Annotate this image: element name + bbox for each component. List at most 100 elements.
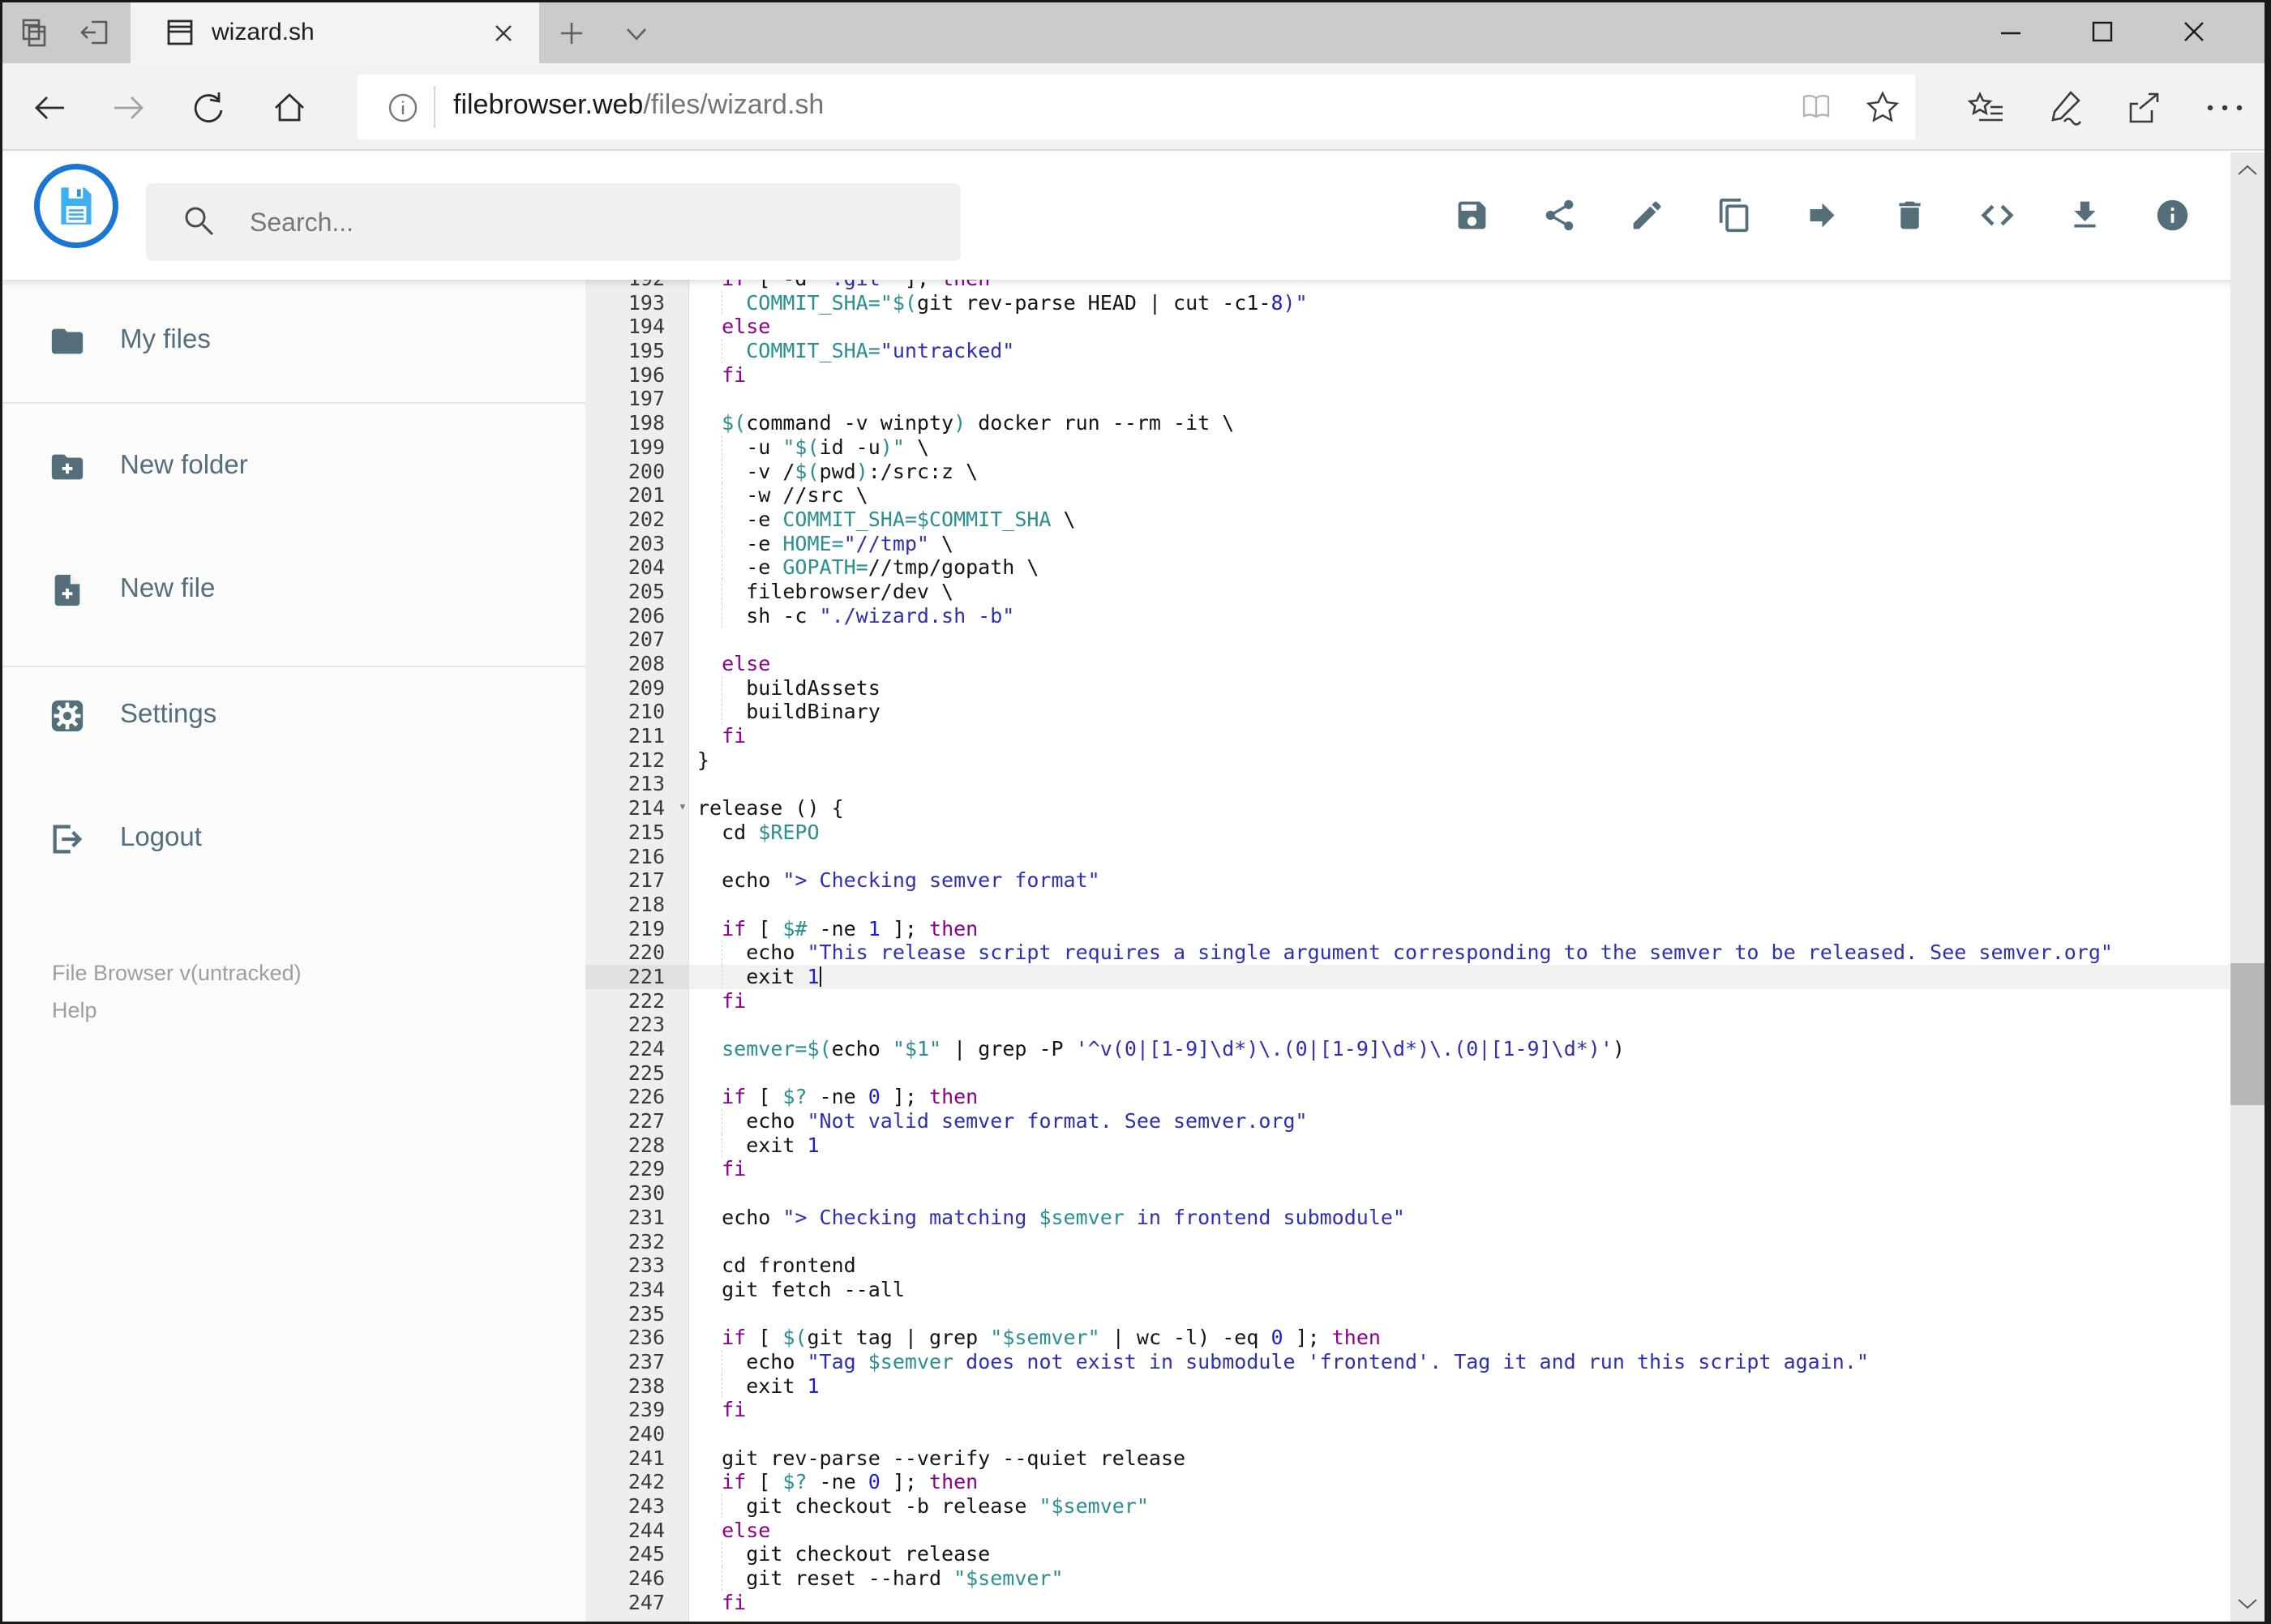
code-line[interactable]: 233 cd frontend [585,1253,2230,1278]
info-icon[interactable] [2154,197,2191,234]
code-line[interactable]: 245 git checkout release [585,1542,2230,1567]
tabs-aside-icon[interactable] [79,16,112,49]
code-line[interactable]: 198 $(command -v winpty) docker run --rm… [585,411,2230,435]
minimize-button[interactable] [1978,13,2043,50]
scrollbar-thumb[interactable] [2230,963,2265,1105]
home-icon[interactable] [271,89,308,131]
sidebar-item-my-files[interactable]: My files [0,303,585,378]
code-line[interactable]: 223 [585,1013,2230,1037]
code-line[interactable]: 230 [585,1181,2230,1206]
code-line[interactable]: 231 echo "> Checking matching $semver in… [585,1206,2230,1230]
code-line[interactable]: 242 if [ $? -ne 0 ]; then [585,1470,2230,1494]
code-line[interactable]: 206 sh -c "./wizard.sh -b" [585,603,2230,628]
code-line[interactable]: 220 echo "This release script requires a… [585,941,2230,965]
code-line[interactable]: 225 [585,1061,2230,1086]
new-tab-icon[interactable] [558,19,585,47]
sidebar-item-new-folder[interactable]: New folder [0,429,585,503]
code-line[interactable]: 232 [585,1230,2230,1254]
maximize-button[interactable] [2070,13,2135,50]
close-window-button[interactable] [2162,13,2226,50]
code-line[interactable]: 193 COMMIT_SHA="$(git rev-parse HEAD | c… [585,290,2230,315]
code-line[interactable]: 203 -e HOME="//tmp" \ [585,531,2230,556]
code-line[interactable]: 243 git checkout -b release "$semver" [585,1494,2230,1519]
code-line[interactable]: 213 [585,772,2230,796]
url-text[interactable]: filebrowser.web/files/wizard.sh [453,89,824,121]
code-line[interactable]: 221 exit 1 [585,964,2230,989]
vertical-scrollbar[interactable] [2230,152,2265,1622]
code-line[interactable]: 214 ▾ release () { [585,796,2230,821]
code-line[interactable]: 227 echo "Not valid semver format. See s… [585,1109,2230,1133]
code-line[interactable]: 196 fi [585,363,2230,388]
sidebar-item-settings[interactable]: Settings [0,678,585,752]
code-line[interactable]: 246 git reset --hard "$semver" [585,1566,2230,1591]
sidebar-item-logout[interactable]: Logout [0,801,585,876]
move-icon[interactable] [1804,197,1840,234]
code-line[interactable]: 195 COMMIT_SHA="untracked" [585,339,2230,363]
code-line[interactable]: 197 [585,387,2230,411]
forward-icon[interactable] [110,89,148,131]
save-icon[interactable] [1454,197,1490,234]
code-line[interactable]: 244 else [585,1519,2230,1543]
code-line[interactable]: 209 buildAssets [585,675,2230,701]
reading-view-icon[interactable] [1798,89,1834,129]
code-editor[interactable]: 192 if [ -d ".git" ]; then193 COMMIT_SHA… [585,280,2230,1624]
code-line[interactable]: 216 [585,845,2230,869]
scroll-down-icon[interactable] [2230,1586,2265,1622]
refresh-icon[interactable] [190,89,227,131]
code-line[interactable]: 229 fi [585,1157,2230,1181]
download-icon[interactable] [2067,197,2103,234]
code-line[interactable]: 210 buildBinary [585,700,2230,725]
fold-arrow-icon[interactable]: ▾ [679,795,687,820]
search-input[interactable]: Search... [146,183,961,261]
more-options-icon[interactable] [2202,89,2247,131]
code-line[interactable]: 192 if [ -d ".git" ]; then [585,280,2230,291]
code-line[interactable]: 237 echo "Tag $semver does not exist in … [585,1349,2230,1374]
code-line[interactable]: 234 git fetch --all [585,1278,2230,1302]
code-line[interactable]: 201 -w //src \ [585,483,2230,508]
code-line[interactable]: 247 fi [585,1591,2230,1615]
back-icon[interactable] [31,89,68,131]
code-line[interactable]: 208 else [585,652,2230,676]
code-line[interactable]: 194 else [585,315,2230,339]
tab-preview-icon[interactable] [18,16,50,49]
edit-icon[interactable] [1629,197,1665,234]
code-line[interactable]: 241 git rev-parse --verify --quiet relea… [585,1446,2230,1471]
code-line[interactable]: 222 fi [585,989,2230,1013]
code-line[interactable]: 235 [585,1302,2230,1326]
code-line[interactable]: 228 exit 1 [585,1133,2230,1158]
code-line[interactable]: 204 -e GOPATH=//tmp/gopath \ [585,555,2230,580]
code-line[interactable]: 207 [585,628,2230,652]
hub-favorites-icon[interactable] [1967,89,2005,131]
share-icon[interactable] [1541,197,1578,234]
raw-code-icon[interactable] [1979,197,2016,234]
code-line[interactable]: 212} [585,748,2230,773]
scroll-up-icon[interactable] [2230,152,2265,188]
share-page-icon[interactable] [2125,89,2162,131]
tab-list-chevron-icon[interactable] [623,24,650,44]
filebrowser-logo[interactable] [34,164,118,248]
help-link[interactable]: Help [52,992,302,1029]
annotate-pen-icon[interactable] [2046,89,2084,131]
code-line[interactable]: 224 semver=$(echo "$1" | grep -P '^v(0|[… [585,1037,2230,1061]
code-line[interactable]: 236 if [ $(git tag | grep "$semver" | wc… [585,1326,2230,1350]
active-tab[interactable]: wizard.sh [131,2,539,63]
code-line[interactable]: 211 fi [585,724,2230,748]
code-line[interactable]: 215 cd $REPO [585,821,2230,845]
address-bar[interactable]: filebrowser.web/files/wizard.sh [358,75,1915,139]
code-line[interactable]: 219 if [ $# -ne 1 ]; then [585,917,2230,941]
sidebar-item-new-file[interactable]: New file [0,552,585,627]
favorite-star-icon[interactable] [1865,89,1900,129]
code-line[interactable]: 239 fi [585,1398,2230,1422]
code-line[interactable]: 202 -e COMMIT_SHA=$COMMIT_SHA \ [585,507,2230,532]
code-line[interactable]: 205 filebrowser/dev \ [585,579,2230,604]
code-line[interactable]: 226 if [ $? -ne 0 ]; then [585,1085,2230,1109]
code-line[interactable]: 217 echo "> Checking semver format" [585,868,2230,893]
copy-icon[interactable] [1716,197,1753,234]
code-line[interactable]: 240 [585,1422,2230,1446]
delete-icon[interactable] [1892,197,1928,234]
code-line[interactable]: 218 [585,893,2230,917]
tab-close-icon[interactable] [491,20,516,46]
code-line[interactable]: 200 -v /$(pwd):/src:z \ [585,459,2230,484]
code-line[interactable]: 199 -u "$(id -u)" \ [585,435,2230,460]
code-line[interactable]: 238 exit 1 [585,1373,2230,1399]
